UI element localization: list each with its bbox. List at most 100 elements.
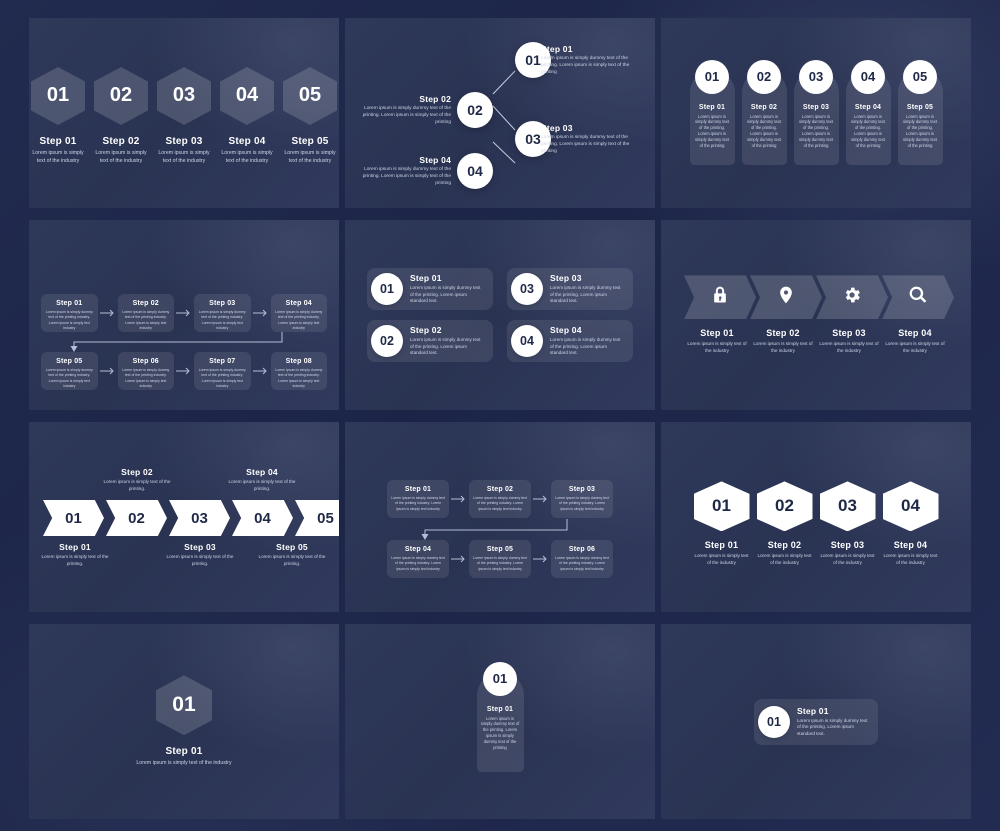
white-hexagon-item[interactable]: 04 Step 04 Lorem ipsum is simply text of… <box>882 481 940 566</box>
step-description: Lorem ipsum is simply dummy text of the … <box>275 310 323 330</box>
hexagon-step-item[interactable]: 02 Step 02 Lorem ipsum is simply text of… <box>94 66 148 165</box>
step-title: Step 02 <box>132 300 159 307</box>
pill-text: Step 02 Lorem ipsum is simply dummy text… <box>410 325 485 357</box>
step-description: Lorem ipsum is simply text of the indust… <box>820 553 875 565</box>
chevron-label-01: Step 01 Lorem ipsum is simply text of th… <box>684 328 750 354</box>
arrow-right-icon <box>531 495 551 503</box>
number-bubble: 01 <box>483 661 517 696</box>
step-title: Step 05 <box>486 546 514 553</box>
step-description: Lorem ipsum is simply text of the printi… <box>228 479 296 491</box>
chevron-step-04[interactable] <box>882 275 954 320</box>
arch-card-02[interactable]: 02 Step 02 Lorem ipsum is simply dummy t… <box>741 59 787 165</box>
step-title: Step 03 <box>830 540 865 551</box>
step-title: Step 08 <box>285 358 312 365</box>
step-description: Lorem ipsum is simply text of the printi… <box>258 554 326 566</box>
white-hexagon-item[interactable]: 01 Step 01 Lorem ipsum is simply text of… <box>693 481 751 566</box>
pill-text: Step 03 Lorem ipsum is simply dummy text… <box>550 273 625 305</box>
step-title: Step 02 <box>750 103 778 111</box>
flow-box-04[interactable]: Step 04 Lorem ipsum is simply dummy text… <box>270 294 327 332</box>
chevron-step-03[interactable] <box>816 275 888 320</box>
step-title: Step 03 <box>165 135 203 147</box>
step-description: Lorem ipsum is simply dummy text of the … <box>480 715 520 751</box>
flow-box-03[interactable]: Step 03 Lorem ipsum is simply dummy text… <box>194 294 251 332</box>
arch-card-01[interactable]: 01 Step 01 Lorem ipsum is simply dummy t… <box>689 59 735 165</box>
step-title: Step 05 <box>276 542 308 552</box>
step-description: Lorem ipsum is simply dummy text of the … <box>391 496 445 511</box>
arrow-right-icon <box>174 309 194 317</box>
chevron-step-02[interactable] <box>750 275 822 320</box>
flow-row-bottom: Step 05 Lorem ipsum is simply dummy text… <box>41 352 327 390</box>
step-description: Lorem ipsum is simply text of the indust… <box>883 553 938 565</box>
ribbon-chevron-01[interactable]: 01 <box>43 500 104 536</box>
flow-box-06[interactable]: Step 06 Lorem ipsum is simply dummy text… <box>117 352 174 390</box>
flow-box-05[interactable]: Step 05 Lorem ipsum is simply dummy text… <box>469 540 531 578</box>
hexagon-step-row: 01 Step 01 Lorem ipsum is simply text of… <box>29 18 339 208</box>
hexagon-step-item[interactable]: 03 Step 03 Lorem ipsum is simply text of… <box>157 66 211 165</box>
chevron-step-01[interactable] <box>684 275 756 320</box>
step-description: Lorem ipsum is simply text of the indust… <box>694 553 749 565</box>
arrow-right-icon <box>174 367 194 375</box>
step-title: Step 01 <box>704 540 739 551</box>
ribbon-chevron-02[interactable]: 02 <box>106 500 167 536</box>
step-title: Step 01 <box>486 705 514 713</box>
arch-card-01[interactable]: 01 Step 01 Lorem ipsum is simply dummy t… <box>476 661 524 772</box>
step-title: Step 03 <box>541 123 573 133</box>
panel-single-pill: 01 Step 01 Lorem ipsum is simply dummy t… <box>661 624 971 819</box>
panel-single-hexagon: 01 Step 01 Lorem ipsum is simply text of… <box>29 624 339 819</box>
step-description: Lorem ipsum is simply dummy text of the … <box>391 556 445 571</box>
white-hexagon-item[interactable]: 02 Step 02 Lorem ipsum is simply text of… <box>756 481 814 566</box>
step-description: Lorem ipsum is simply dummy text of the … <box>473 496 527 511</box>
flow-box-03[interactable]: Step 03 Lorem ipsum is simply dummy text… <box>551 480 613 518</box>
panel-hexagon-steps: 01 Step 01 Lorem ipsum is simply text of… <box>29 18 339 208</box>
pill-card-04[interactable]: 04 Step 04 Lorem ipsum is simply dummy t… <box>507 320 633 362</box>
ribbon-chevron-04[interactable]: 04 <box>232 500 293 536</box>
hexagon-step-item[interactable]: 04 Step 04 Lorem ipsum is simply text of… <box>220 66 274 165</box>
flow-row-top: Step 01 Lorem ipsum is simply dummy text… <box>357 480 643 518</box>
flow-box-07[interactable]: Step 07 Lorem ipsum is simply dummy text… <box>194 352 251 390</box>
step-description: Lorem ipsum is simply text of the indust… <box>95 149 147 164</box>
hexagon-step-item[interactable]: 05 Step 05 Lorem ipsum is simply text of… <box>283 66 337 165</box>
flow-box-01[interactable]: Step 01 Lorem ipsum is simply dummy text… <box>41 294 98 332</box>
step-title: Step 04 <box>893 540 928 551</box>
arch-card-05[interactable]: 05 Step 05 Lorem ipsum is simply dummy t… <box>897 59 943 165</box>
single-hexagon-item[interactable]: 01 Step 01 Lorem ipsum is simply text of… <box>29 624 339 819</box>
pill-card-02[interactable]: 02 Step 02 Lorem ipsum is simply dummy t… <box>367 320 493 362</box>
step-description: Lorem ipsum is simply text of the indust… <box>757 553 812 565</box>
panel-single-arch-card: 01 Step 01 Lorem ipsum is simply dummy t… <box>345 624 655 819</box>
white-hexagon-item[interactable]: 03 Step 03 Lorem ipsum is simply text of… <box>819 481 877 566</box>
flow-box-04[interactable]: Step 04 Lorem ipsum is simply dummy text… <box>387 540 449 578</box>
arch-card-04[interactable]: 04 Step 04 Lorem ipsum is simply dummy t… <box>845 59 891 165</box>
circle-node-02[interactable]: 02 <box>457 92 493 128</box>
flow-box-05[interactable]: Step 05 Lorem ipsum is simply dummy text… <box>41 352 98 390</box>
ribbon-caption-04: Step 04 Lorem ipsum is simply text of th… <box>224 467 300 492</box>
step-title: Step 02 <box>766 328 800 339</box>
pill-card-03[interactable]: 03 Step 03 Lorem ipsum is simply dummy t… <box>507 268 633 310</box>
flow-box-02[interactable]: Step 02 Lorem ipsum is simply dummy text… <box>117 294 174 332</box>
chevron-label-04: Step 04 Lorem ipsum is simply text of th… <box>882 328 948 354</box>
step-description: Lorem ipsum is simply dummy text of the … <box>362 167 451 186</box>
pill-card-01[interactable]: 01 Step 01 Lorem ipsum is simply dummy t… <box>367 268 493 310</box>
step-description: Lorem ipsum is simply dummy text of the … <box>541 135 630 154</box>
snake-flow-8: Step 01 Lorem ipsum is simply dummy text… <box>29 220 339 410</box>
arch-card-03[interactable]: 03 Step 03 Lorem ipsum is simply dummy t… <box>793 59 839 165</box>
step-description: Lorem ipsum is simply text of the indust… <box>221 149 273 164</box>
pill-card-01[interactable]: 01 Step 01 Lorem ipsum is simply dummy t… <box>754 698 878 745</box>
step-description: Lorem ipsum is simply text of the indust… <box>753 341 813 353</box>
hexagon-step-item[interactable]: 01 Step 01 Lorem ipsum is simply text of… <box>31 66 85 165</box>
ribbon-chevron-05[interactable]: 05 <box>295 500 339 536</box>
flow-box-08[interactable]: Step 08 Lorem ipsum is simply dummy text… <box>270 352 327 390</box>
number-bubble: 01 <box>371 273 403 305</box>
white-hexagon-row: 01 Step 01 Lorem ipsum is simply text of… <box>661 422 971 612</box>
flow-box-02[interactable]: Step 02 Lorem ipsum is simply dummy text… <box>469 480 531 518</box>
step-description: Lorem ipsum is simply text of the printi… <box>166 554 234 566</box>
flow-box-06[interactable]: Step 06 Lorem ipsum is simply dummy text… <box>551 540 613 578</box>
step-description: Lorem ipsum is simply text of the indust… <box>687 341 747 353</box>
step-title: Step 05 <box>56 358 83 365</box>
step-description: Lorem ipsum is simply dummy text of the … <box>555 556 609 571</box>
step-title: Step 01 <box>541 44 573 54</box>
circle-node-04[interactable]: 04 <box>457 153 493 189</box>
flow-box-01[interactable]: Step 01 Lorem ipsum is simply dummy text… <box>387 480 449 518</box>
ribbon-chevron-03[interactable]: 03 <box>169 500 230 536</box>
step-title: Step 04 <box>419 155 451 165</box>
step-title: Step 03 <box>550 273 582 284</box>
